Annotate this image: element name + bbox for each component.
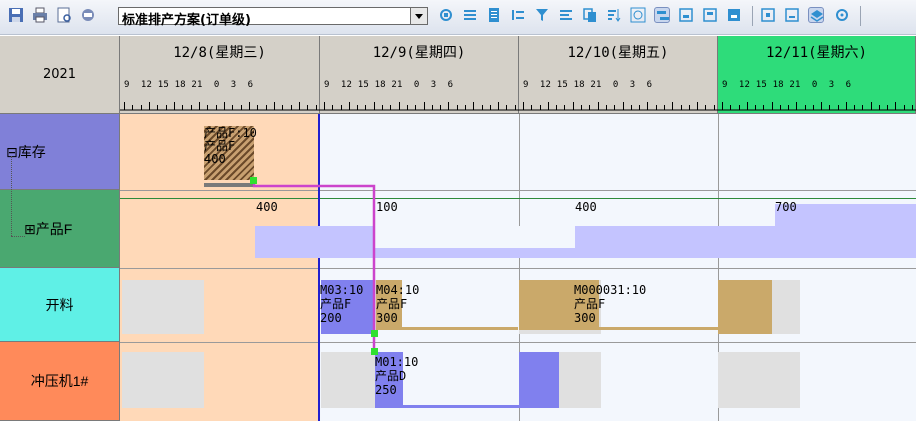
copy-icon[interactable]	[582, 7, 598, 23]
save-icon[interactable]	[8, 7, 24, 23]
link-handle	[371, 330, 378, 337]
refresh-icon[interactable]	[438, 7, 454, 23]
chevron-down-icon[interactable]	[410, 8, 427, 24]
plan-select-value: 标准排产方案(订单级)	[122, 13, 251, 28]
toolbar: 标准排产方案(订单级)	[0, 0, 916, 35]
settings-icon[interactable]	[834, 7, 850, 23]
printer-setup-icon[interactable]	[80, 7, 96, 23]
plan-select[interactable]: 标准排产方案(订单级)	[118, 7, 428, 28]
view-order-icon[interactable]	[702, 7, 718, 23]
zoom-in-icon[interactable]	[760, 7, 776, 23]
print-icon[interactable]	[32, 7, 48, 23]
gantt-chart: 2021 12/8(星期三) 9 12 15 18 21 0 3 6 12/9(…	[0, 36, 916, 421]
link-handle	[250, 177, 257, 184]
filter-icon[interactable]	[534, 7, 550, 23]
indent-icon[interactable]	[510, 7, 526, 23]
list-icon[interactable]	[462, 7, 478, 23]
view-gantt-icon[interactable]	[654, 7, 670, 23]
toolbar-separator	[752, 6, 753, 26]
document-icon[interactable]	[486, 7, 502, 23]
dependency-link	[250, 177, 378, 355]
toolbar-separator	[860, 6, 861, 26]
align-icon[interactable]	[558, 7, 574, 23]
link-handle	[371, 348, 378, 355]
view-resource-icon[interactable]	[678, 7, 694, 23]
view-task-icon[interactable]	[726, 7, 742, 23]
clock-icon[interactable]	[630, 7, 646, 23]
preview-icon[interactable]	[56, 7, 72, 23]
zoom-out-icon[interactable]	[784, 7, 800, 23]
layers-icon[interactable]	[808, 7, 824, 23]
sort-icon[interactable]	[606, 7, 622, 23]
